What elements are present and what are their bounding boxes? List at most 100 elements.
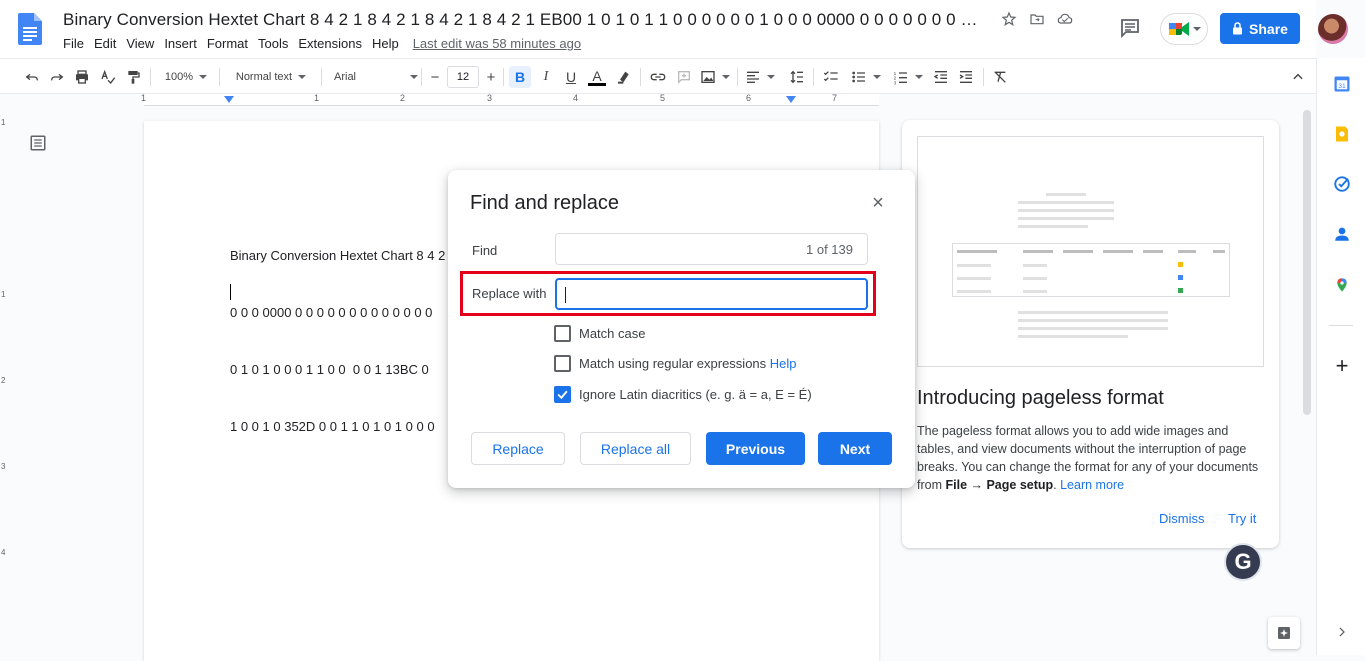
horizontal-ruler: 1 1 2 3 4 5 6 7 [0, 93, 1316, 108]
document-title[interactable]: Binary Conversion Hextet Chart 8 4 2 1 8… [63, 10, 985, 30]
decrease-font-size-button[interactable]: − [426, 66, 444, 88]
menu-view[interactable]: View [126, 36, 154, 51]
ignore-diacritics-checkbox[interactable] [554, 386, 571, 403]
bulleted-list-icon[interactable] [848, 66, 884, 88]
maps-icon[interactable] [1333, 276, 1351, 294]
right-indent-marker[interactable] [786, 96, 796, 103]
link-icon[interactable] [648, 66, 668, 88]
style-select[interactable]: Normal text [228, 66, 314, 88]
meet-icon [1168, 22, 1189, 36]
try-it-button[interactable]: Try it [1228, 511, 1256, 526]
document-body[interactable]: Binary Conversion Hextet Chart 8 4 2 0 0… [230, 208, 448, 474]
calendar-icon[interactable]: 31 [1333, 75, 1351, 93]
ruler-mark: 3 [1, 462, 6, 471]
share-label: Share [1249, 20, 1288, 37]
menu-edit[interactable]: Edit [94, 36, 116, 51]
menu-tools[interactable]: Tools [258, 36, 288, 51]
replace-button[interactable]: Replace [471, 432, 565, 465]
align-icon[interactable] [745, 66, 775, 88]
add-comment-icon[interactable] [674, 66, 694, 88]
close-icon[interactable]: × [869, 193, 887, 213]
contacts-icon[interactable] [1333, 225, 1351, 243]
menu-help[interactable]: Help [372, 36, 399, 51]
match-case-label[interactable]: Match case [579, 326, 645, 341]
increase-indent-icon[interactable] [956, 66, 976, 88]
ruler-mark: 1 [314, 93, 320, 103]
keep-icon[interactable] [1333, 125, 1351, 143]
vertical-scrollbar[interactable] [1303, 110, 1311, 415]
toolbar: 100% Normal text Arial − 12 + B I U A 12… [0, 58, 1316, 146]
text-color-button[interactable]: A [586, 66, 608, 88]
next-button[interactable]: Next [818, 432, 892, 465]
chevron-down-icon [1192, 27, 1201, 31]
document-outline-icon[interactable] [29, 134, 47, 152]
decrease-indent-icon[interactable] [931, 66, 951, 88]
zoom-value: 100% [164, 71, 194, 83]
ruler-mark: 2 [400, 93, 406, 103]
checkmark-icon [557, 390, 568, 400]
highlight-icon[interactable] [614, 66, 634, 88]
numbered-list-icon[interactable]: 123 [890, 66, 926, 88]
clear-formatting-icon[interactable] [990, 66, 1010, 88]
font-size-input[interactable]: 12 [447, 66, 479, 88]
menu-insert[interactable]: Insert [164, 36, 197, 51]
dismiss-button[interactable]: Dismiss [1159, 511, 1205, 526]
regex-label[interactable]: Match using regular expressions [579, 356, 766, 371]
menu-file[interactable]: File [63, 36, 84, 51]
vertical-ruler: 1 1 2 3 4 [0, 110, 10, 655]
card-title: Introducing pageless format [917, 387, 1164, 409]
side-panel: 31 + [1316, 58, 1365, 655]
insert-image-icon[interactable] [700, 66, 730, 88]
explore-icon[interactable] [1268, 617, 1300, 649]
bold-button[interactable]: B [509, 66, 531, 88]
comment-history-icon[interactable] [1118, 16, 1142, 40]
menu-extensions[interactable]: Extensions [298, 36, 362, 51]
print-icon[interactable] [72, 66, 92, 88]
collapse-menus-icon[interactable] [1289, 66, 1307, 88]
line-spacing-icon[interactable] [787, 66, 807, 88]
font-value: Arial [334, 71, 357, 83]
share-button[interactable]: Share [1220, 13, 1300, 44]
tasks-icon[interactable] [1333, 175, 1351, 193]
replace-all-button[interactable]: Replace all [580, 432, 691, 465]
regex-checkbox[interactable] [554, 355, 571, 372]
cloud-status-icon[interactable] [1056, 10, 1074, 28]
ruler-mark: 7 [832, 93, 838, 103]
replace-input[interactable] [555, 278, 868, 310]
ruler-mark: 6 [746, 93, 752, 103]
increase-font-size-button[interactable]: + [482, 66, 500, 88]
menu-format[interactable]: Format [207, 36, 248, 51]
star-icon[interactable] [1000, 10, 1018, 28]
menu-bar: File Edit View Insert Format Tools Exten… [63, 36, 591, 51]
avatar[interactable] [1318, 14, 1348, 44]
add-addon-icon[interactable]: + [1333, 353, 1351, 378]
last-edit-link[interactable]: Last edit was 58 minutes ago [413, 36, 581, 51]
match-case-checkbox[interactable] [554, 325, 571, 342]
find-input[interactable]: 1 of 139 [555, 233, 868, 265]
ignore-diacritics-label[interactable]: Ignore Latin diacritics (e. g. ä = a, E … [579, 387, 812, 402]
font-select[interactable]: Arial [330, 66, 418, 88]
ruler-mark: 2 [1, 376, 6, 385]
spellcheck-icon[interactable] [98, 66, 118, 88]
move-folder-icon[interactable] [1028, 10, 1046, 28]
zoom-select[interactable]: 100% [160, 66, 212, 88]
checklist-icon[interactable] [821, 66, 841, 88]
chevron-right-icon[interactable] [1333, 623, 1351, 641]
italic-button[interactable]: I [536, 66, 556, 88]
previous-button[interactable]: Previous [706, 432, 805, 465]
dialog-title: Find and replace [470, 192, 619, 214]
meet-button[interactable] [1160, 13, 1208, 45]
learn-more-link[interactable]: Learn more [1060, 478, 1124, 492]
grammarly-icon[interactable]: G [1224, 543, 1262, 581]
paint-format-icon[interactable] [123, 66, 143, 88]
style-value: Normal text [235, 71, 293, 83]
undo-icon[interactable] [22, 66, 42, 88]
text-cursor [230, 284, 231, 300]
redo-icon[interactable] [47, 66, 67, 88]
ruler-track[interactable]: 1 1 2 3 4 5 6 7 [141, 93, 879, 106]
text-color-icon: A [592, 67, 602, 84]
docs-logo-icon[interactable] [18, 13, 42, 45]
regex-help-link[interactable]: Help [770, 356, 797, 371]
left-indent-marker[interactable] [224, 96, 234, 103]
underline-button[interactable]: U [561, 66, 581, 88]
